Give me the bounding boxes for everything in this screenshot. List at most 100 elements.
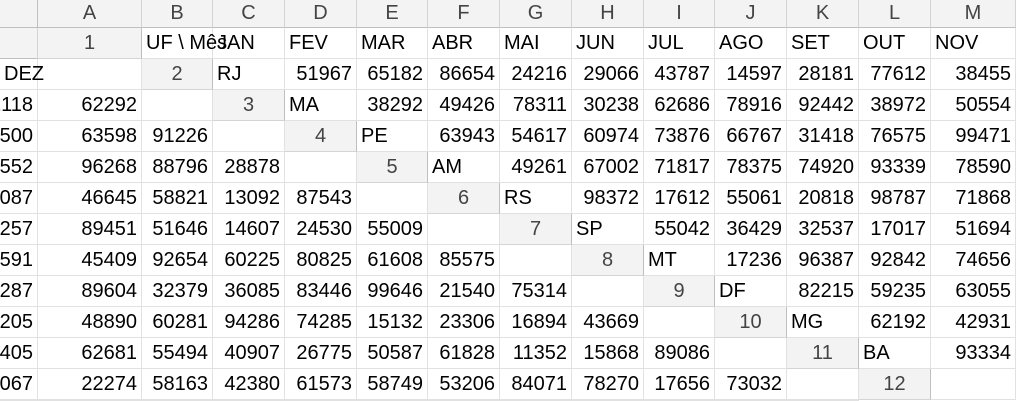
- header-cell[interactable]: FEV: [285, 28, 357, 59]
- row-header-4[interactable]: 4: [285, 121, 357, 152]
- value-cell[interactable]: 98372: [572, 183, 644, 214]
- header-cell[interactable]: JAN: [213, 28, 285, 59]
- value-cell[interactable]: 15132: [357, 307, 428, 338]
- value-cell[interactable]: 94286: [213, 307, 285, 338]
- empty-cell[interactable]: [285, 152, 357, 183]
- value-cell[interactable]: 44287: [0, 276, 38, 307]
- value-cell[interactable]: 22274: [38, 369, 142, 400]
- row-header-3[interactable]: 3: [213, 90, 285, 121]
- column-header-J[interactable]: J: [715, 0, 787, 28]
- value-cell[interactable]: 83446: [285, 276, 357, 307]
- value-cell[interactable]: 38972: [859, 90, 931, 121]
- value-cell[interactable]: 26775: [285, 338, 357, 369]
- row-header-5[interactable]: 5: [357, 152, 428, 183]
- column-header-C[interactable]: C: [213, 0, 285, 28]
- value-cell[interactable]: 61608: [357, 245, 428, 276]
- empty-cell[interactable]: [931, 369, 1016, 400]
- value-cell[interactable]: 49261: [500, 152, 572, 183]
- column-header-F[interactable]: F: [428, 0, 500, 28]
- value-cell[interactable]: 93339: [859, 152, 931, 183]
- value-cell[interactable]: 38455: [931, 59, 1016, 90]
- value-cell[interactable]: 80825: [285, 245, 357, 276]
- value-cell[interactable]: 51967: [285, 59, 357, 90]
- value-cell[interactable]: 50587: [357, 338, 428, 369]
- state-cell[interactable]: PE: [357, 121, 428, 152]
- value-cell[interactable]: 66767: [715, 121, 787, 152]
- value-cell[interactable]: 78591: [0, 245, 38, 276]
- header-cell[interactable]: MAI: [500, 28, 572, 59]
- value-cell[interactable]: 71868: [931, 183, 1016, 214]
- value-cell[interactable]: 23306: [428, 307, 500, 338]
- value-cell[interactable]: 60281: [142, 307, 213, 338]
- value-cell[interactable]: 26257: [0, 214, 38, 245]
- value-cell[interactable]: 92842: [859, 245, 931, 276]
- value-cell[interactable]: 58821: [142, 183, 213, 214]
- value-cell[interactable]: 28878: [213, 152, 285, 183]
- value-cell[interactable]: 48890: [38, 307, 142, 338]
- header-cell[interactable]: JUN: [572, 28, 644, 59]
- value-cell[interactable]: 67067: [0, 369, 38, 400]
- value-cell[interactable]: 63055: [931, 276, 1016, 307]
- value-cell[interactable]: 28181: [787, 59, 859, 90]
- value-cell[interactable]: 31418: [787, 121, 859, 152]
- state-cell[interactable]: AM: [428, 152, 500, 183]
- row-header-2[interactable]: 2: [142, 59, 213, 90]
- empty-cell[interactable]: [213, 121, 285, 152]
- value-cell[interactable]: 73876: [644, 121, 715, 152]
- value-cell[interactable]: 46645: [38, 183, 142, 214]
- empty-cell[interactable]: [357, 183, 428, 214]
- empty-cell[interactable]: [38, 59, 142, 90]
- value-cell[interactable]: 24530: [285, 214, 357, 245]
- empty-cell[interactable]: [428, 214, 500, 245]
- row-header-6[interactable]: 6: [428, 183, 500, 214]
- value-cell[interactable]: 92442: [787, 90, 859, 121]
- value-cell[interactable]: 59235: [859, 276, 931, 307]
- empty-cell[interactable]: [644, 307, 715, 338]
- value-cell[interactable]: 63598: [38, 121, 142, 152]
- value-cell[interactable]: 91226: [142, 121, 213, 152]
- value-cell[interactable]: 24216: [500, 59, 572, 90]
- value-cell[interactable]: 29066: [572, 59, 644, 90]
- column-header-G[interactable]: G: [500, 0, 572, 28]
- header-cell[interactable]: AGO: [715, 28, 787, 59]
- empty-cell[interactable]: [787, 369, 859, 400]
- value-cell[interactable]: 13205: [0, 307, 38, 338]
- value-cell[interactable]: 36085: [213, 276, 285, 307]
- empty-cell[interactable]: [142, 90, 213, 121]
- value-cell[interactable]: 78590: [931, 152, 1016, 183]
- value-cell[interactable]: 78270: [572, 369, 644, 400]
- value-cell[interactable]: 99471: [931, 121, 1016, 152]
- empty-cell[interactable]: [500, 245, 572, 276]
- value-cell[interactable]: 61573: [285, 369, 357, 400]
- column-header-H[interactable]: H: [572, 0, 644, 28]
- row-header-7[interactable]: 7: [500, 214, 572, 245]
- value-cell[interactable]: 55061: [715, 183, 787, 214]
- value-cell[interactable]: 17656: [644, 369, 715, 400]
- value-cell[interactable]: 42380: [213, 369, 285, 400]
- value-cell[interactable]: 61828: [428, 338, 500, 369]
- value-cell[interactable]: 21540: [428, 276, 500, 307]
- value-cell[interactable]: 62681: [38, 338, 142, 369]
- value-cell[interactable]: 82215: [787, 276, 859, 307]
- value-cell[interactable]: 54617: [500, 121, 572, 152]
- value-cell[interactable]: 55009: [357, 214, 428, 245]
- value-cell[interactable]: 40907: [213, 338, 285, 369]
- row-header-12[interactable]: 12: [859, 369, 931, 400]
- header-cell[interactable]: SET: [787, 28, 859, 59]
- value-cell[interactable]: 56405: [0, 338, 38, 369]
- value-cell[interactable]: 51646: [142, 214, 213, 245]
- value-cell[interactable]: 38292: [357, 90, 428, 121]
- value-cell[interactable]: 88796: [142, 152, 213, 183]
- value-cell[interactable]: 55042: [644, 214, 715, 245]
- value-cell[interactable]: 92654: [142, 245, 213, 276]
- column-header-empty[interactable]: [0, 28, 38, 59]
- value-cell[interactable]: 45409: [38, 245, 142, 276]
- column-header-E[interactable]: E: [357, 0, 428, 28]
- value-cell[interactable]: 58749: [357, 369, 428, 400]
- value-cell[interactable]: 87543: [285, 183, 357, 214]
- value-cell[interactable]: 84071: [500, 369, 572, 400]
- spreadsheet-grid[interactable]: A B C D E F G H I J K L M 1 UF \ Mês JAN FEV MAR ABR MAI JUN…: [0, 0, 1024, 401]
- value-cell[interactable]: 93334: [931, 338, 1016, 369]
- value-cell[interactable]: 14597: [715, 59, 787, 90]
- value-cell[interactable]: 17236: [715, 245, 787, 276]
